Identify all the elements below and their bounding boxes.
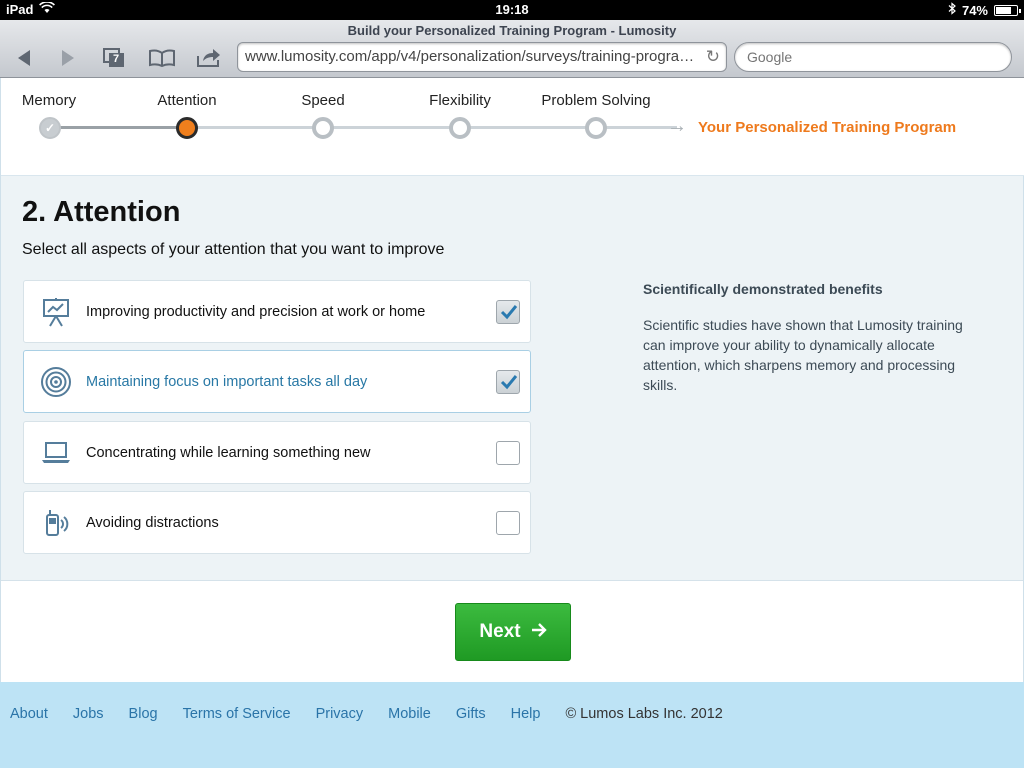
footer-link-terms[interactable]: Terms of Service <box>183 706 291 722</box>
benefits-panel: Scientifically demonstrated benefits Sci… <box>643 281 973 395</box>
checkmark-icon <box>500 375 518 390</box>
footer-link-help[interactable]: Help <box>511 706 541 722</box>
progress-tracker: Memory Attention Speed Flexibility Probl… <box>1 78 1024 176</box>
laptop-icon <box>40 437 72 469</box>
step-dot-memory-checkmark-icon: ✓ <box>39 117 61 139</box>
battery-percent: 74% <box>961 2 988 18</box>
step-dot-attention <box>176 117 198 139</box>
battery-icon <box>994 4 1021 16</box>
option-distractions[interactable]: Avoiding distractions <box>23 491 531 554</box>
tabs-icon: 7 <box>103 48 125 68</box>
footer-link-mobile[interactable]: Mobile <box>388 706 431 722</box>
option-label: Improving productivity and precision at … <box>86 304 426 320</box>
tabs-button[interactable]: 7 <box>99 44 129 72</box>
forward-button[interactable] <box>53 44 83 72</box>
option-label: Maintaining focus on important tasks all… <box>86 374 368 390</box>
footer-link-gifts[interactable]: Gifts <box>456 706 486 722</box>
status-bar: iPad 19:18 74% <box>0 0 1024 20</box>
phone-ringing-icon <box>40 507 72 539</box>
footer: About Jobs Blog Terms of Service Privacy… <box>0 682 1024 768</box>
benefits-title: Scientifically demonstrated benefits <box>643 281 883 297</box>
bookmarks-button[interactable] <box>147 44 177 72</box>
step-label-memory: Memory <box>21 92 77 109</box>
step-dot-speed <box>312 117 334 139</box>
search-field[interactable] <box>734 42 1012 72</box>
option-learning[interactable]: Concentrating while learning something n… <box>23 421 531 484</box>
open-book-icon <box>149 49 175 67</box>
tab-count: 7 <box>113 53 120 65</box>
page-title: Build your Personalized Training Program… <box>347 23 677 38</box>
step-label-problem-solving: Problem Solving <box>541 92 651 109</box>
back-arrow-icon <box>16 49 32 67</box>
survey-title: 2. Attention <box>22 196 181 228</box>
next-button[interactable]: Next <box>455 603 571 661</box>
survey-section: 2. Attention Select all aspects of your … <box>1 176 1023 581</box>
option-checkbox[interactable] <box>496 370 520 394</box>
target-icon <box>40 366 72 398</box>
reload-icon[interactable]: ↻ <box>706 47 720 67</box>
arrow-right-icon: → <box>667 115 687 137</box>
forward-arrow-icon <box>60 49 76 67</box>
step-label-speed: Speed <box>301 92 345 109</box>
footer-link-about[interactable]: About <box>10 706 48 722</box>
step-dot-problem-solving <box>585 117 607 139</box>
goal-label: Your Personalized Training Program <box>698 119 957 136</box>
share-button[interactable] <box>194 44 224 72</box>
clock: 19:18 <box>495 2 529 17</box>
footer-links: About Jobs Blog Terms of Service Privacy… <box>10 706 723 722</box>
share-arrow-icon <box>196 48 222 68</box>
footer-link-jobs[interactable]: Jobs <box>73 706 104 722</box>
browser-toolbar: Build your Personalized Training Program… <box>0 20 1024 78</box>
step-label-attention: Attention <box>157 92 217 109</box>
back-button[interactable] <box>9 44 39 72</box>
option-checkbox[interactable] <box>496 511 520 535</box>
footer-link-privacy[interactable]: Privacy <box>316 706 364 722</box>
step-dot-flexibility <box>449 117 471 139</box>
next-label: Next <box>479 621 521 642</box>
option-label: Avoiding distractions <box>86 515 219 531</box>
address-bar[interactable]: www.lumosity.com/app/v4/personalization/… <box>237 42 727 72</box>
progress-track-completed <box>51 126 187 129</box>
option-productivity[interactable]: Improving productivity and precision at … <box>23 280 531 343</box>
footer-link-blog[interactable]: Blog <box>129 706 158 722</box>
option-label: Concentrating while learning something n… <box>86 445 371 461</box>
option-focus[interactable]: Maintaining focus on important tasks all… <box>23 350 531 413</box>
survey-subtitle: Select all aspects of your attention tha… <box>22 241 445 258</box>
bluetooth-icon <box>948 2 956 18</box>
option-checkbox[interactable] <box>496 441 520 465</box>
presentation-chart-icon <box>40 296 72 328</box>
search-input[interactable] <box>735 43 1011 71</box>
arrow-right-icon <box>531 621 547 643</box>
step-label-flexibility: Flexibility <box>429 92 491 109</box>
checkmark-icon <box>500 305 518 320</box>
url-text: www.lumosity.com/app/v4/personalization/… <box>245 48 695 65</box>
benefits-text: Scientific studies have shown that Lumos… <box>643 317 963 393</box>
copyright: © Lumos Labs Inc. 2012 <box>565 706 723 722</box>
page-body: Memory Attention Speed Flexibility Probl… <box>0 78 1024 682</box>
option-checkbox[interactable] <box>496 300 520 324</box>
